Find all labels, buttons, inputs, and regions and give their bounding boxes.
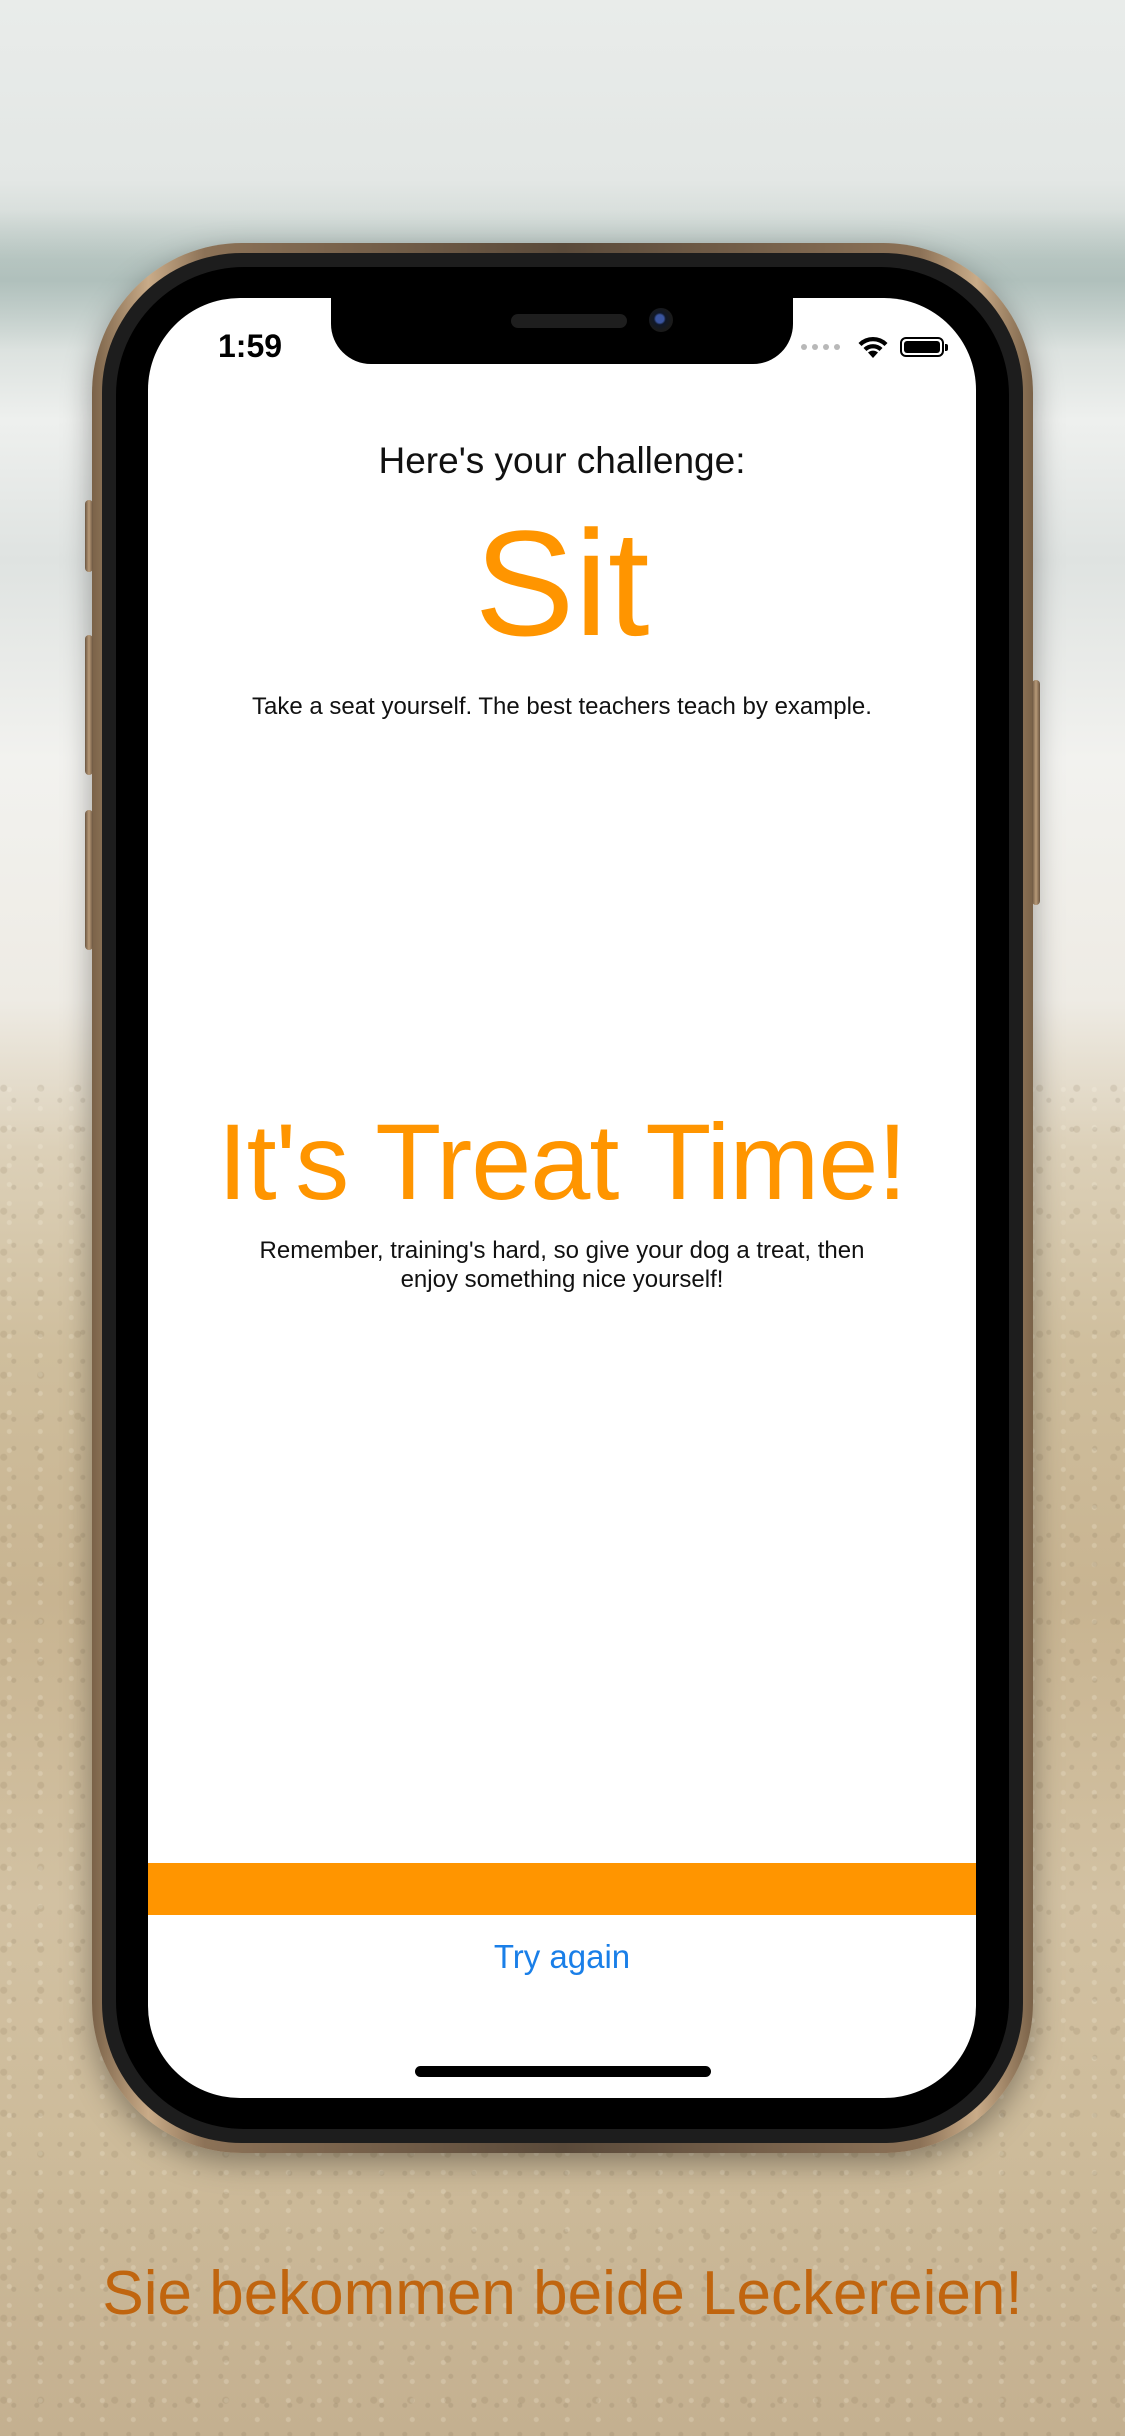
- signal-icon: [801, 344, 840, 350]
- speaker-grille: [511, 314, 627, 328]
- front-camera: [649, 308, 673, 332]
- home-indicator[interactable]: [415, 2066, 711, 2077]
- volume-up-button: [85, 635, 93, 775]
- mute-switch: [85, 500, 93, 572]
- power-button: [1032, 680, 1040, 905]
- marketing-caption: Sie bekommen beide Leckereien!: [102, 2259, 1023, 2328]
- notch: [331, 298, 793, 364]
- treat-description: Remember, training's hard, so give your …: [259, 1237, 865, 1293]
- challenge-label: Here's your challenge:: [378, 440, 746, 481]
- challenge-command: Sit: [474, 499, 650, 667]
- volume-down-button: [85, 810, 93, 950]
- battery-icon: [900, 337, 948, 357]
- wifi-icon: [858, 336, 888, 358]
- try-again-button[interactable]: Try again: [148, 1938, 976, 1976]
- status-icons: [801, 334, 948, 360]
- app-screen: 1:59 Here's your challenge: Sit Take a s…: [148, 298, 976, 2098]
- accent-bar: [148, 1863, 976, 1915]
- treat-title: It's Treat Time!: [217, 1101, 908, 1222]
- status-time: 1:59: [218, 328, 283, 364]
- challenge-description: Take a seat yourself. The best teachers …: [252, 693, 872, 720]
